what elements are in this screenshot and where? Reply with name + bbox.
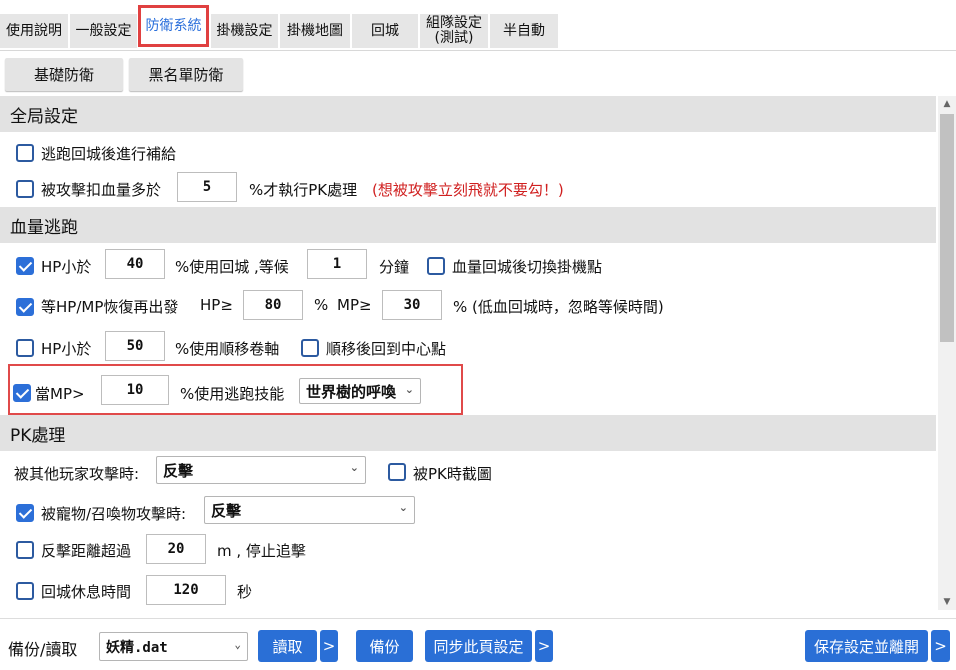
chevron-down-icon: ⌄ <box>349 461 359 474</box>
chase-distance-label: 反擊距離超過 <box>41 542 132 560</box>
save-more-button[interactable]: > <box>931 630 950 662</box>
return-center-label: 順移後回到中心點 <box>326 340 447 358</box>
pet-attack-response-select[interactable]: 反擊 ⌄ <box>204 496 415 524</box>
section-global-header: 全局設定 <box>0 96 936 132</box>
mp-skill-label: 當MP> <box>35 385 85 403</box>
pk-screenshot-label: 被PK時截圖 <box>413 465 492 483</box>
chevron-down-icon: ⌄ <box>398 501 408 514</box>
mp-skill-input[interactable]: 10 <box>101 375 169 405</box>
scroll-teleport-label: HP小於 <box>41 340 92 358</box>
damage-threshold-input[interactable]: 5 <box>177 172 237 202</box>
config-file-value: 妖精.dat <box>106 639 168 656</box>
mp-ge-input[interactable]: 30 <box>382 290 442 320</box>
pet-attack-label: 被寵物/召喚物攻擊時: <box>41 505 187 523</box>
wait-minutes-unit: 分鐘 <box>379 258 410 276</box>
bottom-toolbar: 備份/讀取 妖精.dat ⌄ 讀取 > 備份 同步此頁設定 > 保存設定並離開 … <box>0 618 956 670</box>
tab-return-town[interactable]: 回城 <box>352 14 418 48</box>
scroll-teleport-suffix: %使用順移卷軸 <box>175 340 280 358</box>
backup-button[interactable]: 備份 <box>356 630 413 662</box>
save-exit-button[interactable]: 保存設定並離開 <box>805 630 928 662</box>
chase-distance-checkbox[interactable] <box>16 541 34 559</box>
hp-ge-pct: % <box>314 296 329 314</box>
mp-ge-label: MP≥ <box>337 296 372 314</box>
section-escape-header: 血量逃跑 <box>0 207 936 243</box>
vertical-scrollbar[interactable]: ▲ ▼ <box>938 96 956 610</box>
recover-wait-label: 等HP/MP恢復再出發 <box>41 298 179 316</box>
switch-spot-label: 血量回城後切換掛機點 <box>452 258 603 276</box>
tab-afk-map[interactable]: 掛機地圖 <box>280 14 350 48</box>
hp-return-input[interactable]: 40 <box>105 249 165 279</box>
switch-spot-checkbox[interactable] <box>427 257 445 275</box>
sync-more-button[interactable]: > <box>535 630 553 662</box>
recover-note: % (低血回城時，忽略等候時間) <box>453 298 664 316</box>
chevron-down-icon: ⌄ <box>234 638 241 651</box>
attacked-label: 被其他玩家攻擊時: <box>14 465 140 483</box>
section-pk-header: PK處理 <box>0 415 936 451</box>
scroll-teleport-input[interactable]: 50 <box>105 331 165 361</box>
tab-bar: 使用說明 一般設定 防衛系統 掛機設定 掛機地圖 回城 組隊設定 (測試) 半自… <box>0 0 956 51</box>
resupply-checkbox[interactable] <box>16 144 34 162</box>
tab-general[interactable]: 一般設定 <box>70 14 137 48</box>
scroll-up-icon[interactable]: ▲ <box>938 96 956 112</box>
hp-return-checkbox[interactable] <box>16 257 34 275</box>
mp-skill-suffix: %使用逃跑技能 <box>180 385 285 403</box>
resupply-label: 逃跑回城後進行補給 <box>41 145 177 163</box>
pet-attack-response-value: 反擊 <box>211 501 242 520</box>
hp-return-mid-label: %使用回城 ,等候 <box>175 258 289 276</box>
read-button[interactable]: 讀取 <box>258 630 317 662</box>
hp-return-label: HP小於 <box>41 258 92 276</box>
scroll-down-icon[interactable]: ▼ <box>938 594 956 610</box>
tab-usage[interactable]: 使用說明 <box>0 14 68 48</box>
tab-defense[interactable]: 防衛系統 <box>138 5 209 47</box>
sync-page-button[interactable]: 同步此頁設定 <box>425 630 532 662</box>
scroll-thumb[interactable] <box>940 114 954 342</box>
rest-time-unit: 秒 <box>237 583 253 601</box>
hp-ge-label: HP≥ <box>200 296 233 314</box>
damage-threshold-label: 被攻擊扣血量多於 <box>41 181 162 199</box>
tab-party[interactable]: 組隊設定 (測試) <box>420 14 488 48</box>
damage-threshold-suffix: %才執行PK處理 <box>249 181 358 199</box>
backup-load-label: 備份/讀取 <box>8 640 78 659</box>
tab-semi-auto[interactable]: 半自動 <box>490 14 558 48</box>
chevron-down-icon: ⌄ <box>404 383 414 396</box>
scroll-teleport-checkbox[interactable] <box>16 339 34 357</box>
wait-minutes-input[interactable]: 1 <box>307 249 367 279</box>
mp-skill-checkbox[interactable] <box>13 384 31 402</box>
settings-panel: 全局設定 逃跑回城後進行補給 被攻擊扣血量多於 5 %才執行PK處理 (想被攻擊… <box>0 96 938 610</box>
escape-skill-value: 世界樹的呼喚 <box>306 382 397 401</box>
rest-time-label: 回城休息時間 <box>41 583 132 601</box>
recover-wait-checkbox[interactable] <box>16 298 34 316</box>
subtab-basic-defense[interactable]: 基礎防衛 <box>5 58 123 91</box>
chase-distance-suffix: m , 停止追擊 <box>217 542 306 560</box>
chase-distance-input[interactable]: 20 <box>146 534 206 564</box>
hp-ge-input[interactable]: 80 <box>243 290 303 320</box>
rest-time-input[interactable]: 120 <box>146 575 226 605</box>
config-file-select[interactable]: 妖精.dat ⌄ <box>99 632 248 661</box>
attacked-response-select[interactable]: 反擊 ⌄ <box>156 456 366 484</box>
attacked-response-value: 反擊 <box>163 461 194 480</box>
damage-threshold-checkbox[interactable] <box>16 180 34 198</box>
pet-attack-checkbox[interactable] <box>16 504 34 522</box>
return-center-checkbox[interactable] <box>301 339 319 357</box>
subtab-blacklist-defense[interactable]: 黑名單防衛 <box>129 58 243 91</box>
read-more-button[interactable]: > <box>320 630 338 662</box>
rest-time-checkbox[interactable] <box>16 582 34 600</box>
pk-screenshot-checkbox[interactable] <box>388 463 406 481</box>
damage-threshold-note: (想被攻擊立刻飛就不要勾！) <box>372 181 564 199</box>
escape-skill-select[interactable]: 世界樹的呼喚 ⌄ <box>299 378 421 404</box>
tab-afk-settings[interactable]: 掛機設定 <box>211 14 278 48</box>
